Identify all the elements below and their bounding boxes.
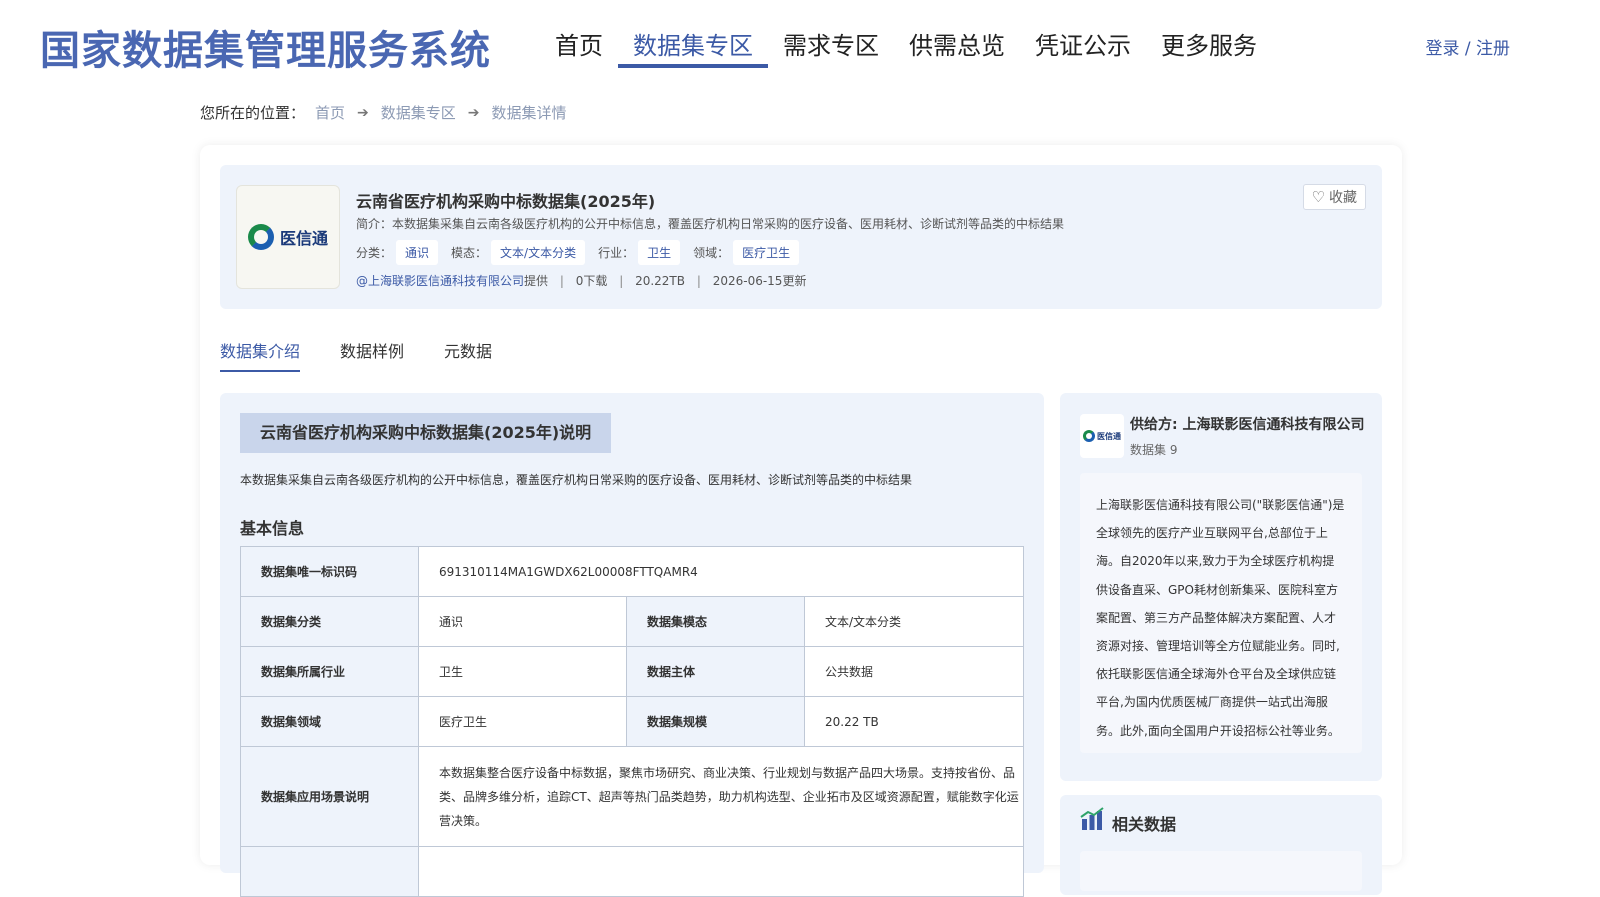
brand-logo-icon [247,224,274,250]
dataset-size: 20.22TB [635,274,685,288]
detail-tabs: 数据集介绍 数据样例 元数据 [220,338,532,372]
table-key: 数据集所属行业 [240,646,419,697]
tab-metadata[interactable]: 元数据 [444,338,492,372]
dataset-title: 云南省医疗机构采购中标数据集(2025年) [356,192,656,211]
top-bar: 国家数据集管理服务系统 首页 数据集专区 需求专区 供需总览 凭证公示 更多服务… [0,0,1600,74]
breadcrumb-prefix: 您所在的位置： [200,104,306,122]
provider-link[interactable]: @上海联影医信通科技有限公司 [356,274,524,288]
nav-datasets[interactable]: 数据集专区 [618,0,768,68]
breadcrumb-home[interactable]: 首页 [315,102,345,123]
heart-icon: ♡ [1311,188,1325,206]
table-value: 通识 [418,596,627,647]
table-value [418,846,1024,897]
breadcrumb: 您所在的位置： 首页 ➔ 数据集专区 ➔ 数据集详情 [200,102,567,123]
breadcrumb-detail: 数据集详情 [491,104,567,122]
table-row: 数据集领域 医疗卫生 数据集规模 20.22 TB [240,696,1024,747]
tab-intro[interactable]: 数据集介绍 [220,338,301,372]
dataset-header: 医信通 云南省医疗机构采购中标数据集(2025年) 简介：本数据集采集自云南各级… [220,165,1382,309]
nav-more[interactable]: 更多服务 [1146,0,1272,68]
table-key: 数据集唯一标识码 [240,546,419,597]
tag-domain[interactable]: 医疗卫生 [733,240,800,265]
tag-label-modality: 模态： [451,246,488,260]
related-data-title: 相关数据 [1112,815,1177,834]
table-key: 数据集分类 [240,596,419,647]
table-key [240,846,419,897]
table-value: 691310114MA1GWDX62L00008FTTQAMR4 [418,546,1024,597]
site-title[interactable]: 国家数据集管理服务系统 [40,18,491,76]
nav-home[interactable]: 首页 [540,0,618,68]
divider: | [696,274,701,288]
table-key: 数据集模态 [626,596,805,647]
table-key: 数据主体 [626,646,805,697]
dataset-intro: 简介：本数据集采集自云南各级医疗机构的公开中标信息，覆盖医疗机构日常采购的医疗设… [356,217,1065,231]
table-value: 本数据集整合医疗设备中标数据，聚焦市场研究、商业决策、行业规划与数据产品四大场景… [418,746,1024,847]
breadcrumb-datasets[interactable]: 数据集专区 [381,102,456,123]
main-nav: 首页 数据集专区 需求专区 供需总览 凭证公示 更多服务 [540,0,1272,72]
table-key: 数据集规模 [626,696,805,747]
table-row: 数据集应用场景说明 本数据集整合医疗设备中标数据，聚焦市场研究、商业决策、行业规… [240,746,1024,847]
arrow-right-icon: ➔ [467,104,480,121]
related-data-panel: 相关数据 [1060,795,1382,895]
nav-credentials[interactable]: 凭证公示 [1020,0,1146,68]
divider: | [619,274,624,288]
supplier-panel: 医信通 供给方: 上海联影医信通科技有限公司 数据集 9 上海联影医信通科技有限… [1060,393,1382,781]
favorite-label: 收藏 [1329,190,1357,206]
section-title: 云南省医疗机构采购中标数据集(2025年)说明 [240,413,612,453]
tag-modality[interactable]: 文本/文本分类 [491,240,586,265]
nav-demands[interactable]: 需求专区 [768,0,894,68]
section-description: 本数据集采集自云南各级医疗机构的公开中标信息，覆盖医疗机构日常采购的医疗设备、医… [240,473,913,487]
table-key: 数据集领域 [240,696,419,747]
dataset-logo: 医信通 [236,185,340,289]
tag-industry[interactable]: 卫生 [638,240,681,265]
table-value: 卫生 [418,646,627,697]
supplier-logo-text: 医信通 [1097,431,1121,441]
table-value: 20.22 TB [804,696,1024,747]
intro-panel: 云南省医疗机构采购中标数据集(2025年)说明 本数据集采集自云南各级医疗机构的… [220,393,1044,897]
dataset-tags: 分类： 通识 模态： 文本/文本分类 行业： 卫生 领域： 医疗卫生 [356,240,812,265]
table-row: 数据集分类 通识 数据集模态 文本/文本分类 [240,596,1024,647]
update-date: 2026-06-15更新 [712,274,807,288]
dataset-detail-card: 医信通 云南省医疗机构采购中标数据集(2025年) 简介：本数据集采集自云南各级… [200,145,1402,897]
divider: | [559,274,564,288]
tag-label-industry: 行业： [598,246,635,260]
supplier-dataset-count: 数据集 9 [1130,443,1178,457]
basic-info-title: 基本信息 [240,519,305,538]
basic-info-table: 数据集唯一标识码 691310114MA1GWDX62L00008FTTQAMR… [240,546,1024,897]
tab-samples[interactable]: 数据样例 [340,338,404,372]
brand-logo-icon [1083,430,1095,442]
supplier-logo[interactable]: 医信通 [1080,414,1124,458]
download-count: 0下载 [575,274,608,288]
logo-text: 医信通 [279,229,328,248]
table-value: 医疗卫生 [418,696,627,747]
table-row: 数据集所属行业 卫生 数据主体 公共数据 [240,646,1024,697]
arrow-right-icon: ➔ [357,104,369,121]
tag-category[interactable]: 通识 [396,240,439,265]
table-value: 公共数据 [804,646,1024,697]
supplier-name[interactable]: 供给方: 上海联影医信通科技有限公司 [1130,414,1364,434]
table-key: 数据集应用场景说明 [240,746,419,847]
nav-overview[interactable]: 供需总览 [894,0,1020,68]
dataset-meta: @上海联影医信通科技有限公司提供 | 0下载 | 20.22TB | 2026-… [356,272,806,289]
table-row [240,846,1024,897]
table-value: 文本/文本分类 [804,596,1024,647]
table-row: 数据集唯一标识码 691310114MA1GWDX62L00008FTTQAMR… [240,546,1024,597]
provider-suffix: 提供 [524,274,549,288]
favorite-button[interactable]: ♡ 收藏 [1302,184,1366,210]
related-data-list [1080,851,1362,891]
bar-chart-icon [1080,807,1104,830]
login-register-link[interactable]: 登录 / 注册 [1425,34,1510,59]
supplier-description: 上海联影医信通科技有限公司("联影医信通")是全球领先的医疗产业互联网平台,总部… [1080,473,1362,753]
tag-label-category: 分类： [356,246,393,260]
tag-label-domain: 领域： [693,246,730,260]
